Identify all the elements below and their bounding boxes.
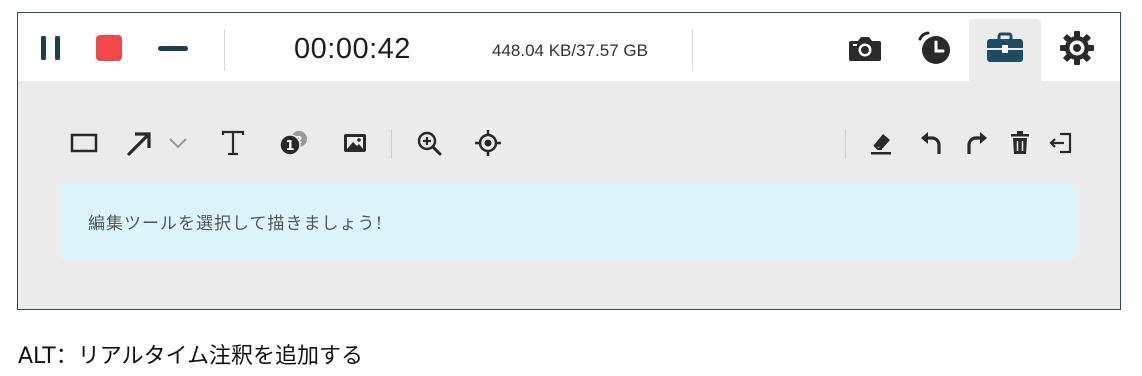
- pause-button[interactable]: [36, 33, 66, 63]
- file-size-readout: 448.04 KB/37.57 GB: [492, 41, 648, 60]
- exit-icon: [1049, 132, 1072, 154]
- text-icon: [221, 130, 245, 156]
- eraser-icon: [871, 134, 891, 155]
- step-number-tool[interactable]: 2 1: [278, 121, 310, 165]
- toolbar-divider: [391, 129, 392, 159]
- recorder-window: 00:00:42 448.04 KB/37.57 GB 1 編集ツールを選択して…: [17, 12, 1121, 310]
- zoom-in-icon: [417, 131, 442, 156]
- settings-button[interactable]: [1058, 29, 1096, 67]
- chevron-down-icon: [169, 138, 187, 149]
- eraser-tool[interactable]: [866, 121, 896, 165]
- toolbox-button[interactable]: [984, 31, 1026, 65]
- spotlight-tool[interactable]: [472, 121, 504, 165]
- recorder-topbar: 00:00:42 448.04 KB/37.57 GB: [18, 13, 1120, 81]
- image-icon: [344, 134, 366, 152]
- text-tool[interactable]: [218, 121, 248, 165]
- zoom-tool[interactable]: [414, 121, 444, 165]
- hint-text: 編集ツールを選択して描きましょう!: [88, 213, 384, 234]
- toolbox-icon: [987, 32, 1023, 62]
- annotation-toolbar: 2 1: [18, 121, 1120, 165]
- minimize-icon: [158, 46, 188, 51]
- trash-icon: [1011, 131, 1029, 154]
- schedule-button[interactable]: [916, 29, 954, 67]
- delete-button[interactable]: [1006, 121, 1034, 165]
- camera-icon: [849, 37, 881, 61]
- undo-button[interactable]: [916, 121, 946, 165]
- topbar-divider: [224, 29, 225, 71]
- clock-icon: [918, 31, 950, 64]
- gear-icon: [1060, 31, 1094, 65]
- step-number-icon: 2 1: [279, 131, 307, 156]
- redo-button[interactable]: [962, 121, 992, 165]
- arrow-options-dropdown[interactable]: [166, 121, 190, 165]
- caption-text: ALT：リアルタイム注釈を追加する: [18, 344, 364, 369]
- exit-edit-button[interactable]: [1046, 121, 1076, 165]
- stop-button[interactable]: [94, 33, 124, 63]
- elapsed-timer: 00:00:42: [294, 33, 411, 65]
- redo-icon: [967, 132, 987, 154]
- arrow-icon: [127, 132, 151, 156]
- minimize-button[interactable]: [156, 33, 190, 63]
- svg-text:1: 1: [285, 139, 294, 154]
- topbar-divider: [692, 29, 693, 71]
- arrow-tool[interactable]: [124, 121, 154, 165]
- pause-icon: [41, 36, 60, 60]
- rectangle-icon: [70, 133, 98, 153]
- image-tool[interactable]: [340, 121, 370, 165]
- toolbar-divider: [845, 129, 846, 159]
- rectangle-tool[interactable]: [68, 121, 100, 165]
- hint-banner: 編集ツールを選択して描きましょう!: [60, 183, 1076, 259]
- screenshot-button[interactable]: [846, 31, 884, 65]
- undo-icon: [921, 132, 941, 154]
- stop-icon: [96, 35, 122, 61]
- crosshair-icon: [475, 130, 501, 156]
